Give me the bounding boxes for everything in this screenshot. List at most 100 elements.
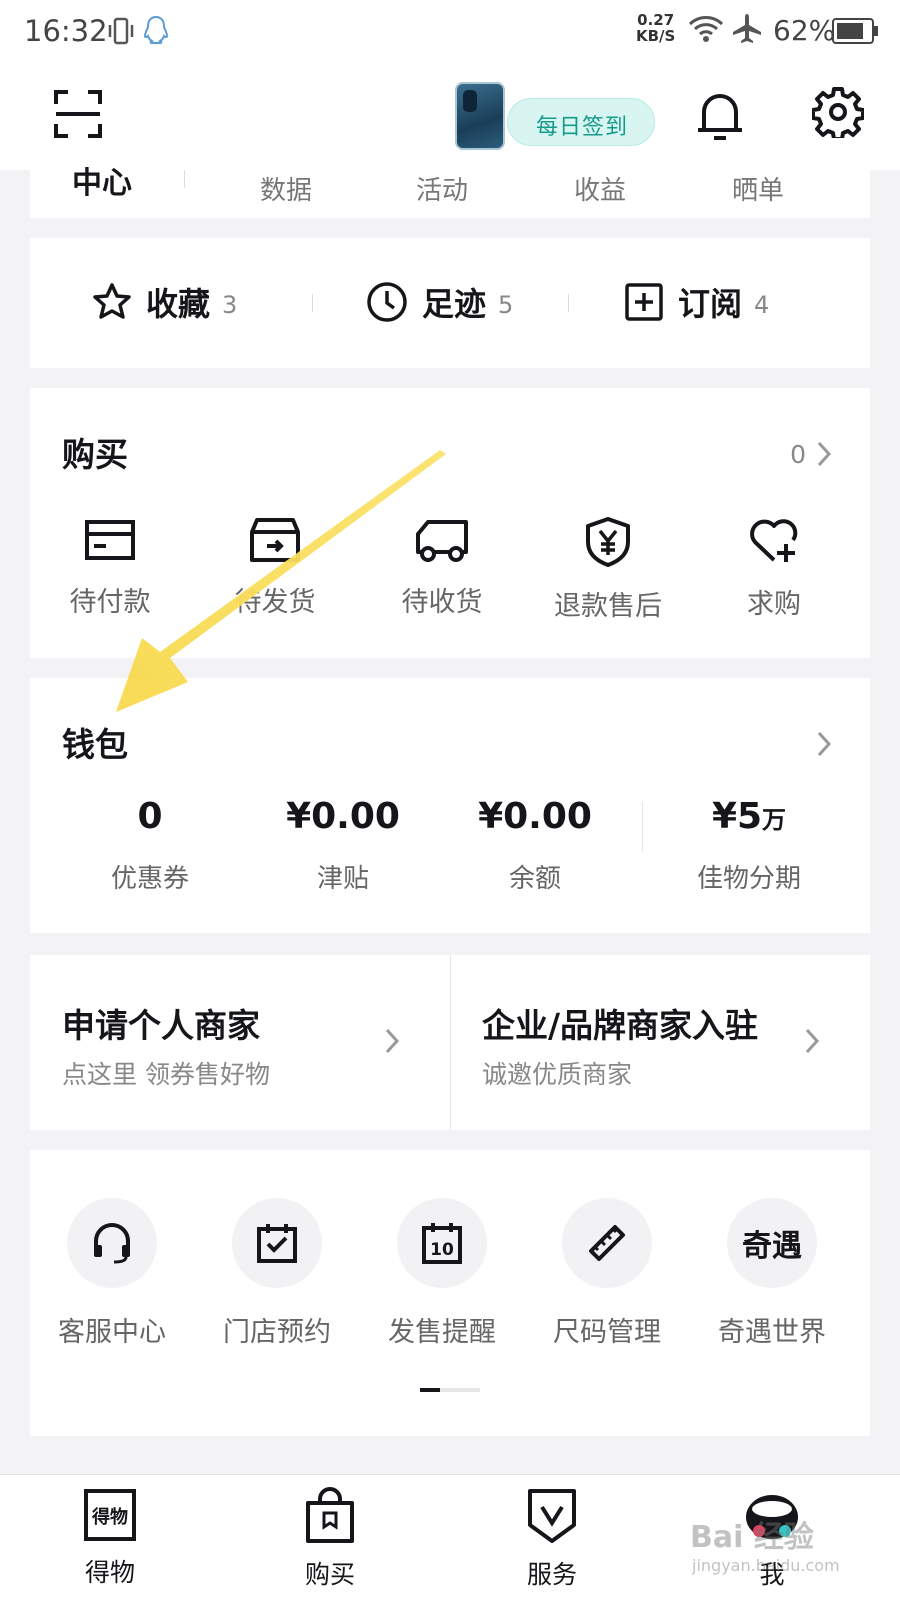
tab-buy-label: 购买: [304, 1560, 355, 1589]
pending-shipment-button[interactable]: 待发货: [205, 516, 345, 619]
footprints-button[interactable]: 足迹 5: [366, 280, 513, 324]
balance-label: 余额: [508, 864, 561, 894]
pending-payment-label: 待付款: [69, 587, 151, 618]
wallet-title[interactable]: 钱包: [62, 718, 128, 766]
brand-merchant-button[interactable]: 企业/品牌商家入驻 诚邀优质商家: [450, 955, 870, 1130]
size-management-button[interactable]: 尺码管理: [537, 1198, 677, 1349]
shopping-bag-icon: [306, 1487, 354, 1543]
refund-aftersale-button[interactable]: 退款售后: [538, 516, 678, 623]
release-reminder-button[interactable]: 10 发售提醒: [372, 1198, 512, 1349]
favorites-button[interactable]: 收藏 3: [92, 280, 237, 324]
qiyu-icon: 奇遇: [727, 1198, 817, 1288]
wallet-section: 钱包 0 优惠券 ¥0.00 津贴 ¥0.00 余额 ¥5万 佳物分期: [30, 678, 870, 933]
truck-icon: [416, 520, 468, 562]
creator-strip: 中心 数据 活动 收益 晒单: [30, 166, 870, 218]
store-booking-label: 门店预约: [223, 1317, 331, 1348]
checkin-label: 每日签到: [536, 115, 629, 140]
coupon-item[interactable]: 0 优惠券: [55, 796, 245, 895]
purchase-section: 购买 0 待付款 待发货 待收货 退款售后 求购: [30, 388, 870, 658]
gear-icon[interactable]: [811, 86, 865, 142]
personal-merchant-button[interactable]: 申请个人商家 点这里 领券售好物: [30, 955, 450, 1130]
customer-service-label: 客服中心: [58, 1317, 166, 1348]
purchase-count[interactable]: 0: [790, 440, 806, 469]
personal-merchant-subtitle: 点这里 领券售好物: [62, 1060, 270, 1089]
star-icon: [93, 283, 131, 319]
svg-text:得物: 得物: [91, 1506, 128, 1528]
installment-item[interactable]: ¥5万 佳物分期: [654, 796, 844, 895]
footprints-count: 5: [498, 291, 514, 319]
qiyu-world-label: 奇遇世界: [718, 1317, 826, 1348]
merchant-section: 申请个人商家 点这里 领券售好物 企业/品牌商家入驻 诚邀优质商家: [30, 955, 870, 1130]
brand-merchant-title: 企业/品牌商家入驻: [482, 1006, 759, 1045]
coupon-value: 0: [137, 796, 163, 837]
watermark-site: jingyan.baidu.com: [692, 1556, 840, 1575]
page-indicator: [420, 1388, 480, 1392]
customer-service-button[interactable]: 客服中心: [42, 1198, 182, 1349]
network-speed: 0.27 KB/S: [636, 11, 676, 45]
clock-icon: [367, 282, 407, 322]
tools-section: 客服中心 门店预约 10 发售提醒 尺码管理 奇遇 奇遇世界: [30, 1150, 870, 1436]
ruler-icon: [562, 1198, 652, 1288]
wifi-icon: [688, 14, 724, 48]
tab-buy[interactable]: 购买: [270, 1487, 390, 1591]
strip-item[interactable]: 活动: [382, 170, 502, 207]
shield-yen-icon: [586, 517, 630, 567]
tab-service[interactable]: 服务: [492, 1487, 612, 1591]
daily-checkin-button[interactable]: 每日签到: [455, 74, 655, 150]
status-bar: 16:32 0.27 KB/S 62%: [0, 0, 900, 66]
qiyu-world-button[interactable]: 奇遇 奇遇世界: [702, 1198, 842, 1349]
pending-receipt-label: 待收货: [401, 587, 483, 618]
favorites-count: 3: [222, 291, 238, 319]
refund-aftersale-label: 退款售后: [554, 591, 662, 622]
strip-item[interactable]: 收益: [540, 170, 660, 207]
shield-v-icon: [528, 1489, 576, 1543]
box-icon: [250, 518, 300, 562]
subscriptions-button[interactable]: 订阅 4: [624, 280, 769, 324]
installment-value: ¥5万: [711, 796, 787, 837]
chevron-right-icon: [384, 1027, 400, 1059]
pending-shipment-label: 待发货: [234, 587, 316, 618]
brand-merchant-subtitle: 诚邀优质商家: [482, 1060, 633, 1089]
chevron-right-icon[interactable]: [816, 440, 832, 472]
allowance-label: 津贴: [316, 864, 369, 894]
calendar-10-icon: 10: [397, 1198, 487, 1288]
release-reminder-label: 发售提醒: [388, 1317, 496, 1348]
scan-icon[interactable]: [54, 90, 102, 142]
tab-dewu[interactable]: 得物 得物: [50, 1487, 170, 1589]
card-icon: [85, 520, 135, 560]
strip-item[interactable]: 数据: [226, 170, 346, 207]
pending-payment-button[interactable]: 待付款: [40, 516, 180, 619]
wanted-button[interactable]: 求购: [704, 516, 844, 621]
watermark-brand: Bai 经验: [690, 1520, 814, 1555]
battery-icon: [832, 18, 878, 48]
coupon-label: 优惠券: [110, 864, 189, 894]
strip-item[interactable]: 中心: [42, 158, 162, 202]
allowance-item[interactable]: ¥0.00 津贴: [248, 796, 438, 895]
purchase-title[interactable]: 购买: [62, 428, 128, 476]
dewu-logo-icon: 得物: [84, 1489, 136, 1541]
personal-merchant-title: 申请个人商家: [62, 1006, 260, 1045]
store-booking-button[interactable]: 门店预约: [207, 1198, 347, 1349]
subscriptions-label: 订阅: [678, 285, 743, 323]
pending-receipt-button[interactable]: 待收货: [372, 516, 512, 619]
phone-promo-image: [455, 82, 505, 150]
heart-plus-icon: [750, 519, 798, 562]
size-management-label: 尺码管理: [553, 1317, 661, 1348]
footprints-label: 足迹: [422, 285, 487, 323]
strip-item[interactable]: 晒单: [698, 170, 818, 207]
qq-icon: [143, 14, 169, 50]
plus-square-icon: [625, 283, 663, 321]
balance-item[interactable]: ¥0.00 余额: [440, 796, 630, 895]
chevron-right-icon[interactable]: [816, 730, 832, 762]
vibrate-icon: [108, 16, 134, 50]
bell-icon[interactable]: [696, 90, 744, 146]
headset-icon: [67, 1198, 157, 1288]
status-time: 16:32: [24, 14, 108, 48]
allowance-value: ¥0.00: [286, 796, 400, 837]
chevron-right-icon: [804, 1027, 820, 1059]
favorites-label: 收藏: [146, 285, 211, 323]
qiyu-icon-text: 奇遇: [742, 1229, 802, 1264]
subscriptions-count: 4: [754, 291, 770, 319]
svg-text:10: 10: [430, 1240, 454, 1260]
battery-percent: 62%: [773, 14, 836, 47]
